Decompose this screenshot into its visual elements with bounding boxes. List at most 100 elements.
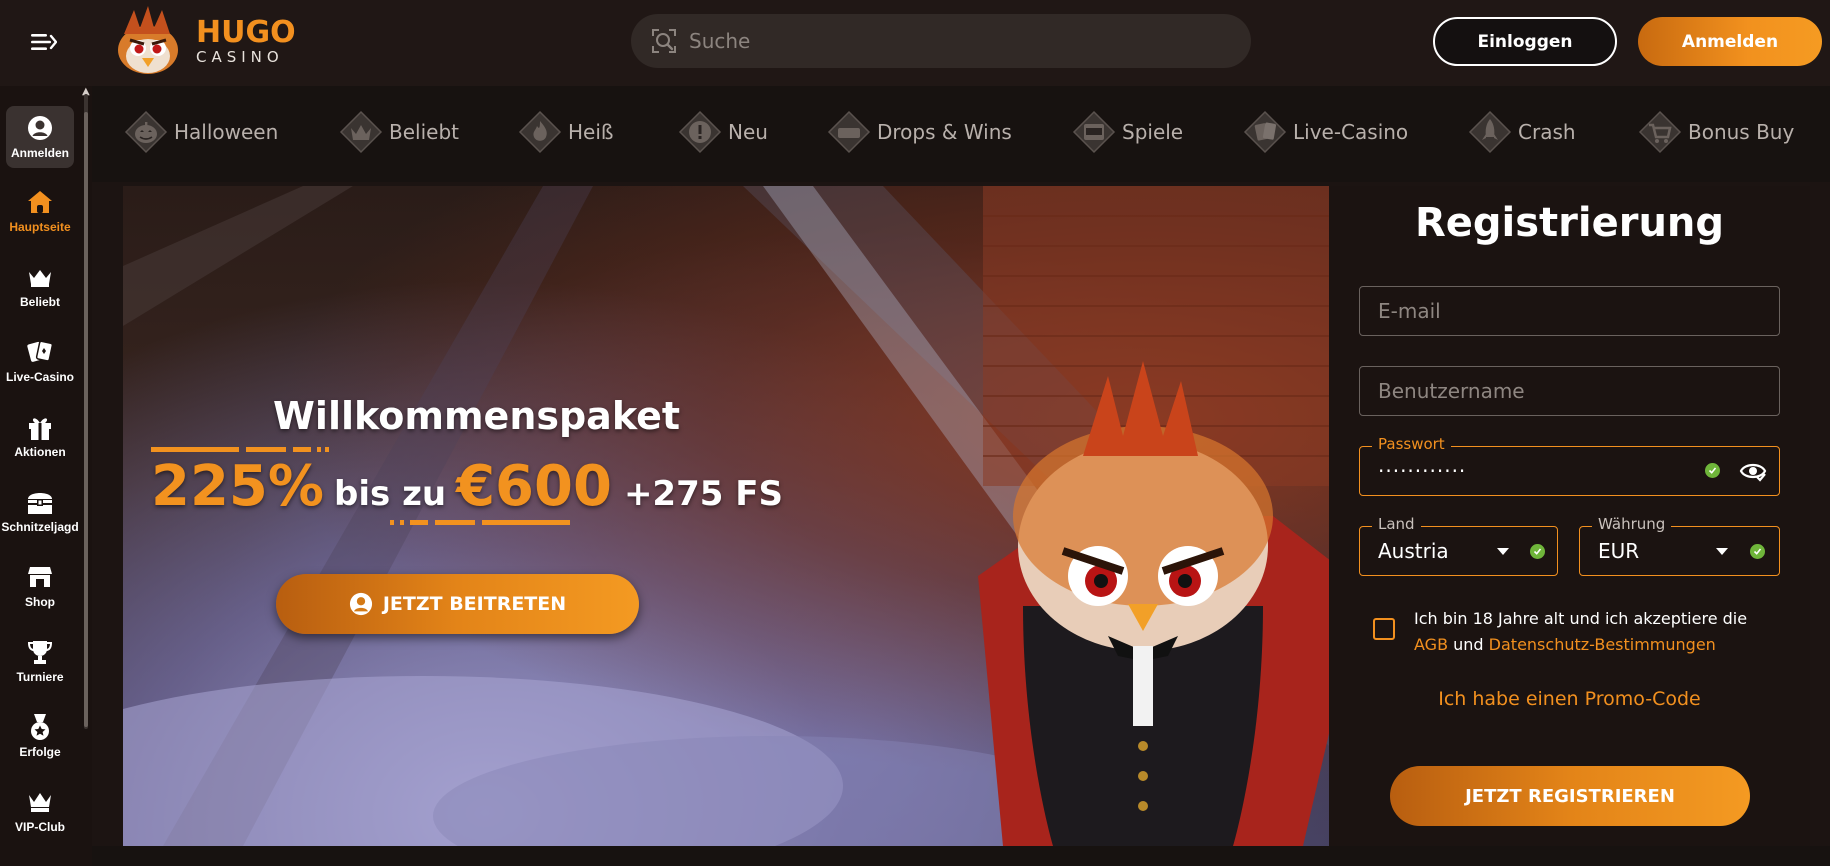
decorative-dash-bottom — [390, 520, 570, 525]
sidebar-scrollbar[interactable] — [84, 94, 88, 729]
password-input[interactable] — [1378, 447, 1708, 495]
sidebar-item-account[interactable]: Anmelden — [6, 106, 74, 168]
register-now-button[interactable]: JETZT REGISTRIEREN — [1390, 766, 1750, 826]
crown-badge-icon — [339, 110, 383, 154]
category-label: Neu — [728, 120, 768, 144]
age-terms-checkbox[interactable] — [1373, 618, 1395, 640]
offer-percent: 225% — [151, 454, 325, 519]
chevron-down-icon — [1497, 548, 1509, 555]
category-label: Halloween — [174, 120, 279, 144]
category-hot[interactable]: Heiß — [518, 108, 614, 156]
sidebar-item-popular[interactable]: Beliebt — [6, 255, 74, 317]
sidebar-item-label: Aktionen — [14, 445, 66, 459]
sidebar-item-label: Beliebt — [19, 295, 60, 309]
trophy-icon — [27, 641, 53, 664]
sidebar-item-achievements[interactable]: Erfolge — [6, 705, 74, 767]
chevron-down-icon — [1716, 548, 1728, 555]
registration-panel: Registrierung Passwort Land Austria Währ… — [1329, 186, 1810, 846]
sidebar-item-shop[interactable]: Shop — [6, 555, 74, 617]
category-bonus-buy[interactable]: Bonus Buy — [1638, 108, 1794, 156]
rocket-icon — [1468, 110, 1512, 154]
search-input[interactable] — [689, 29, 1209, 53]
login-button[interactable]: Einloggen — [1433, 17, 1617, 66]
email-input[interactable] — [1378, 287, 1708, 335]
category-label: Bonus Buy — [1688, 120, 1795, 144]
registration-title: Registrierung — [1414, 200, 1725, 246]
category-label: Spiele — [1122, 120, 1184, 144]
agree-and: und — [1453, 635, 1484, 654]
user-circle-icon — [28, 116, 52, 140]
sidebar-item-label: Erfolge — [19, 745, 61, 759]
exclamation-badge-icon — [678, 110, 722, 154]
vip-crown-icon — [29, 793, 51, 812]
category-crash[interactable]: Crash — [1468, 108, 1576, 156]
user-circle-icon — [349, 592, 372, 616]
age-terms-text: Ich bin 18 Jahre alt und ich akzeptiere … — [1414, 606, 1774, 658]
category-label: Heiß — [568, 120, 614, 144]
category-games[interactable]: Spiele — [1072, 108, 1183, 156]
currency-select[interactable]: Währung EUR — [1579, 515, 1780, 576]
currency-value: EUR — [1598, 539, 1640, 563]
join-now-label: JETZT BEITRETEN — [382, 593, 567, 615]
welcome-banner[interactable]: Willkommenspaket 225% bis zu €600 +275 F… — [123, 186, 1329, 846]
menu-toggle-button[interactable] — [24, 26, 64, 58]
search-icon — [652, 29, 676, 53]
decorative-dash-top — [151, 447, 329, 452]
country-select[interactable]: Land Austria — [1359, 515, 1558, 576]
treasure-chest-icon — [28, 493, 52, 514]
show-password-eye-icon[interactable] — [1739, 459, 1767, 483]
category-popular[interactable]: Beliebt — [339, 108, 459, 156]
site-logo[interactable]: HUGO CASINO — [104, 4, 304, 78]
email-field[interactable] — [1359, 286, 1780, 336]
home-icon — [28, 191, 52, 213]
category-new[interactable]: Neu — [678, 108, 768, 156]
country-value: Austria — [1378, 539, 1449, 563]
offer-amount: €600 — [456, 454, 612, 519]
offer-connector: bis zu — [334, 474, 447, 514]
offer-free-spins: +275 FS — [623, 474, 783, 514]
sidebar-item-label: Turniere — [16, 670, 64, 684]
valid-check-icon — [1705, 463, 1720, 478]
terms-link[interactable]: AGB — [1414, 635, 1448, 654]
promo-code-link[interactable]: Ich habe einen Promo-Code — [1329, 688, 1810, 710]
mascot-logo-icon — [118, 6, 178, 74]
menu-collapse-icon — [31, 34, 57, 50]
sidebar-item-live-casino[interactable]: Live-Casino — [6, 330, 74, 392]
sidebar: ▲ Anmelden Hauptseite Beliebt Live-Casin… — [0, 86, 92, 866]
pumpkin-icon — [124, 110, 168, 154]
username-input[interactable] — [1378, 367, 1708, 415]
category-live-casino[interactable]: Live-Casino — [1243, 108, 1408, 156]
sidebar-item-home[interactable]: Hauptseite — [6, 180, 74, 242]
logo-subtitle: CASINO — [196, 47, 284, 66]
sidebar-scrollbar-thumb[interactable] — [84, 112, 88, 727]
sidebar-item-treasure-hunt[interactable]: Schnitzeljagd — [1, 480, 79, 542]
sidebar-item-vip-club[interactable]: VIP-Club — [6, 780, 74, 842]
sidebar-item-tournaments[interactable]: Turniere — [6, 630, 74, 692]
join-now-button[interactable]: JETZT BEITRETEN — [276, 574, 639, 634]
sidebar-item-label: VIP-Club — [15, 820, 65, 834]
sidebar-item-label: Schnitzeljagd — [1, 520, 79, 534]
sidebar-item-label: Shop — [25, 595, 55, 609]
privacy-link[interactable]: Datenschutz-Bestimmungen — [1489, 635, 1716, 654]
search-bar[interactable] — [631, 14, 1251, 68]
playing-cards-icon — [27, 340, 54, 362]
slot-777-icon — [1072, 110, 1116, 154]
register-button[interactable]: Anmelden — [1638, 17, 1822, 66]
shop-icon — [28, 567, 52, 587]
cards-badge-icon — [1243, 110, 1287, 154]
sidebar-item-label: Anmelden — [10, 146, 69, 160]
sidebar-item-promotions[interactable]: Aktionen — [6, 405, 74, 467]
category-halloween[interactable]: Halloween — [124, 108, 278, 156]
username-field[interactable] — [1359, 366, 1780, 416]
password-field[interactable]: Passwort — [1359, 435, 1780, 496]
category-label: Live-Casino — [1293, 120, 1409, 144]
cart-star-icon — [1638, 110, 1682, 154]
sidebar-item-label: Live-Casino — [6, 370, 75, 384]
category-label: Drops & Wins — [877, 120, 1012, 144]
category-label: Crash — [1518, 120, 1576, 144]
banner-offer: 225% bis zu €600 +275 FS — [151, 454, 783, 519]
gift-icon — [29, 418, 51, 440]
drops-wins-icon — [827, 110, 871, 154]
valid-check-icon — [1530, 544, 1545, 559]
category-drops-wins[interactable]: Drops & Wins — [827, 108, 1012, 156]
